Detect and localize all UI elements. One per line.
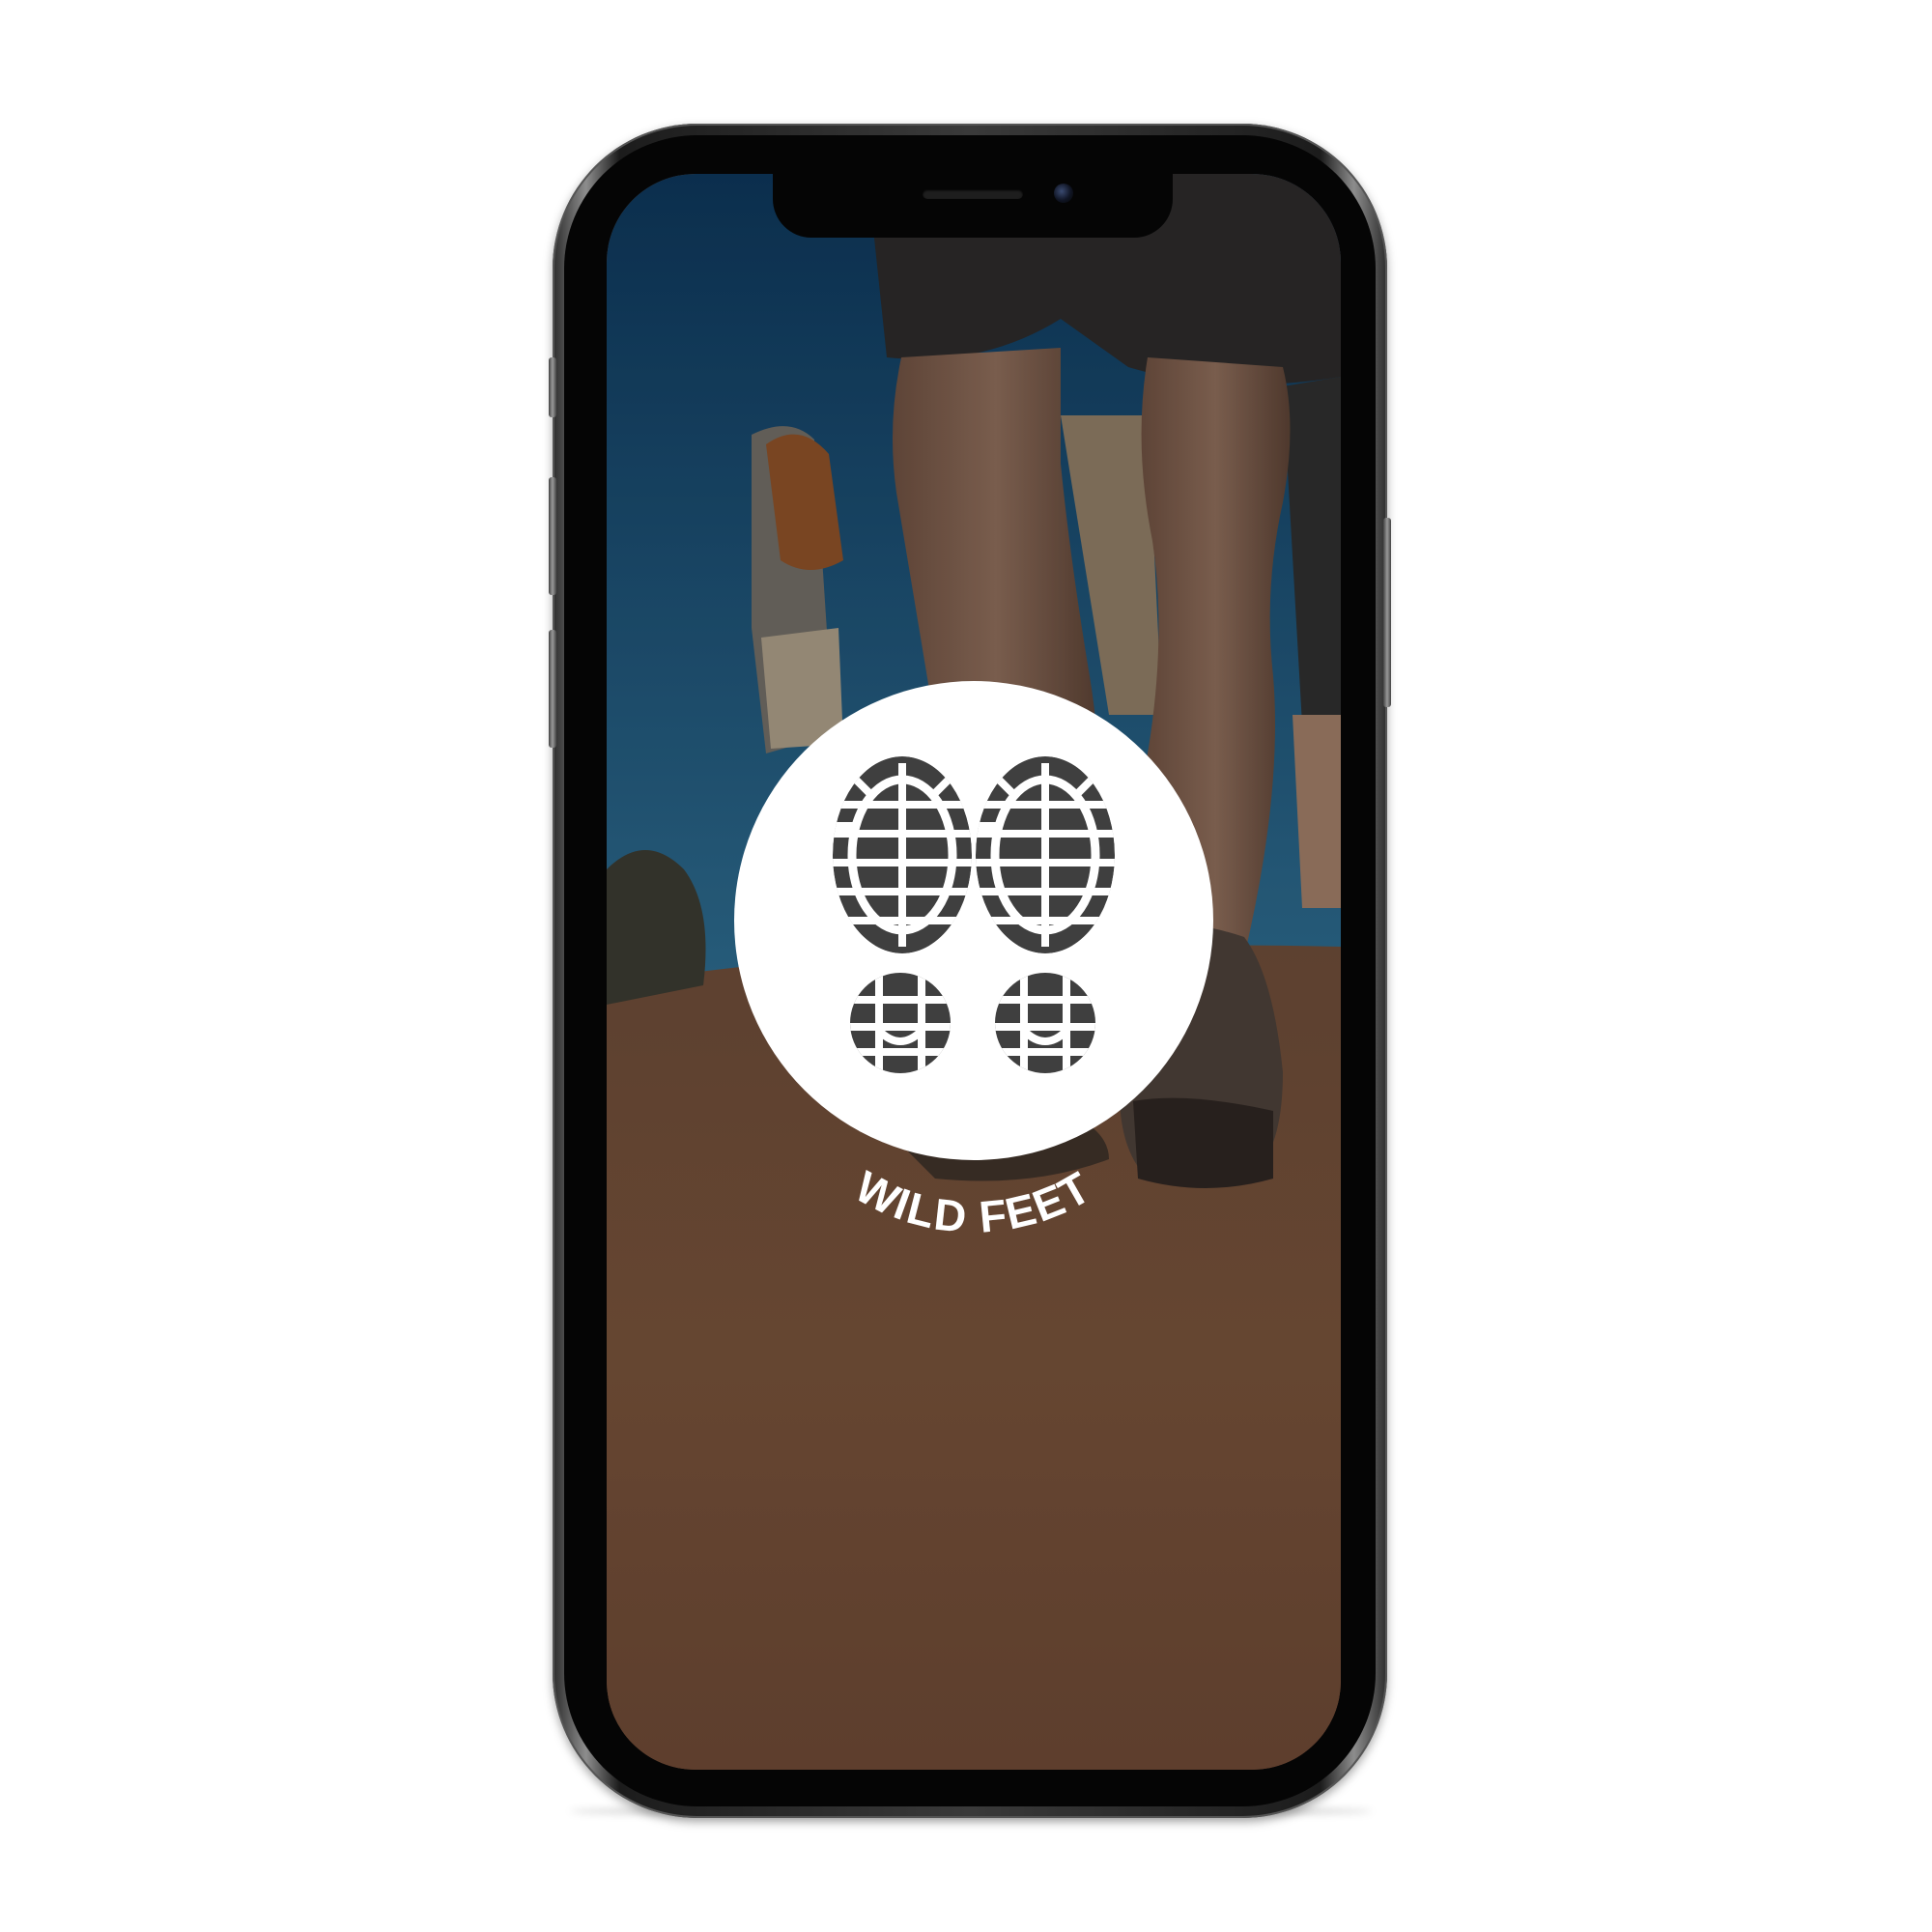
front-camera: [1054, 184, 1073, 203]
right-sole-print: [968, 756, 1122, 953]
mute-switch: [549, 357, 556, 417]
volume-down-button: [549, 630, 556, 748]
volume-up-button: [549, 477, 556, 595]
left-sole-print: [825, 756, 980, 953]
boot-prints-icon: WILD FEET: [734, 681, 1213, 1242]
power-button: [1383, 518, 1391, 707]
app-logo: WILD FEET: [734, 681, 1213, 1242]
speaker-grille: [923, 189, 1023, 199]
phone-notch: [773, 174, 1173, 238]
left-heel-print: [842, 965, 958, 1081]
mockup-stage: WILD FEET: [0, 0, 1932, 1932]
right-heel-print: [987, 965, 1103, 1081]
